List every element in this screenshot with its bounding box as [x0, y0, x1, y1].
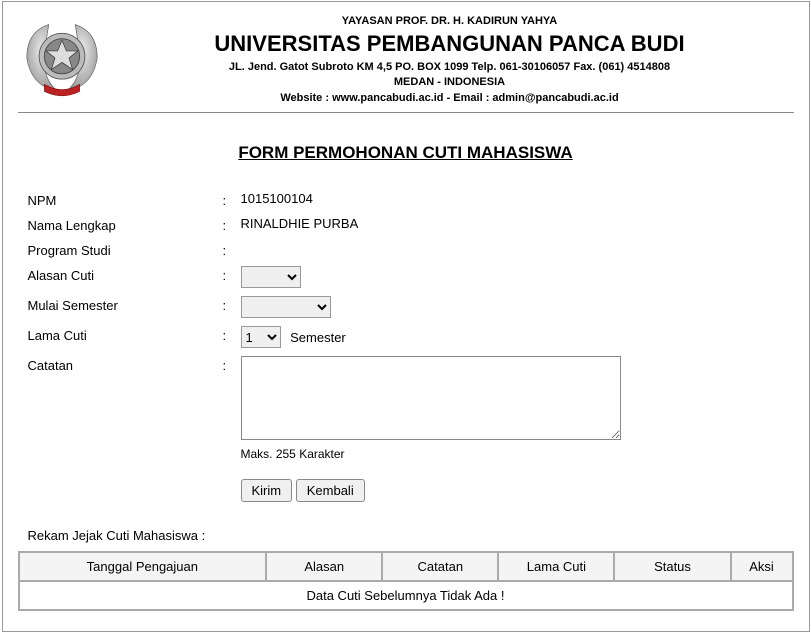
- th-catatan: Catatan: [382, 552, 498, 581]
- row-lama: Lama Cuti : 1 Semester: [18, 326, 794, 348]
- address-line-3: Website : www.pancabudi.ac.id - Email : …: [106, 91, 794, 106]
- page-frame: YAYASAN PROF. DR. H. KADIRUN YAHYA UNIVE…: [2, 1, 810, 632]
- label-npm: NPM: [28, 191, 223, 208]
- th-tanggal: Tanggal Pengajuan: [19, 552, 267, 581]
- row-npm: NPM : 1015100104: [18, 191, 794, 208]
- yayasan-line: YAYASAN PROF. DR. H. KADIRUN YAHYA: [106, 14, 794, 29]
- header: YAYASAN PROF. DR. H. KADIRUN YAHYA UNIVE…: [18, 12, 794, 113]
- university-name: UNIVERSITAS PEMBANGUNAN PANCA BUDI: [106, 29, 794, 59]
- select-mulai-semester[interactable]: [241, 296, 331, 318]
- address-line-2: MEDAN - INDONESIA: [106, 75, 794, 90]
- label-catatan: Catatan: [28, 356, 223, 373]
- empty-history-message: Data Cuti Sebelumnya Tidak Ada !: [19, 581, 793, 610]
- lama-unit-label: Semester: [290, 330, 346, 345]
- table-header-row: Tanggal Pengajuan Alasan Catatan Lama Cu…: [19, 552, 793, 581]
- label-lama: Lama Cuti: [28, 326, 223, 343]
- history-table: Tanggal Pengajuan Alasan Catatan Lama Cu…: [18, 551, 794, 611]
- row-alasan: Alasan Cuti :: [18, 266, 794, 288]
- label-prodi: Program Studi: [28, 241, 223, 258]
- th-alasan: Alasan: [266, 552, 382, 581]
- kirim-button[interactable]: Kirim: [241, 479, 293, 502]
- value-nama: RINALDHIE PURBA: [241, 216, 794, 231]
- select-alasan-cuti[interactable]: [241, 266, 301, 288]
- th-status: Status: [614, 552, 730, 581]
- university-logo-icon: [18, 14, 106, 102]
- label-nama: Nama Lengkap: [28, 216, 223, 233]
- header-text: YAYASAN PROF. DR. H. KADIRUN YAHYA UNIVE…: [106, 12, 794, 106]
- textarea-catatan[interactable]: [241, 356, 621, 440]
- form-title: FORM PERMOHONAN CUTI MAHASISWA: [18, 143, 794, 163]
- th-aksi: Aksi: [731, 552, 793, 581]
- row-nama: Nama Lengkap : RINALDHIE PURBA: [18, 216, 794, 233]
- row-prodi: Program Studi :: [18, 241, 794, 258]
- row-catatan: Catatan : Maks. 255 Karakter: [18, 356, 794, 461]
- form-buttons: Kirim Kembali: [241, 479, 794, 502]
- table-empty-row: Data Cuti Sebelumnya Tidak Ada !: [19, 581, 793, 610]
- value-npm: 1015100104: [241, 191, 794, 206]
- select-lama-cuti[interactable]: 1: [241, 326, 281, 348]
- catatan-maxlen-note: Maks. 255 Karakter: [241, 447, 794, 461]
- label-mulai: Mulai Semester: [28, 296, 223, 313]
- row-mulai: Mulai Semester :: [18, 296, 794, 318]
- label-alasan: Alasan Cuti: [28, 266, 223, 283]
- th-lama: Lama Cuti: [498, 552, 614, 581]
- kembali-button[interactable]: Kembali: [296, 479, 365, 502]
- address-line-1: JL. Jend. Gatot Subroto KM 4,5 PO. BOX 1…: [106, 60, 794, 75]
- history-title: Rekam Jejak Cuti Mahasiswa :: [18, 528, 794, 543]
